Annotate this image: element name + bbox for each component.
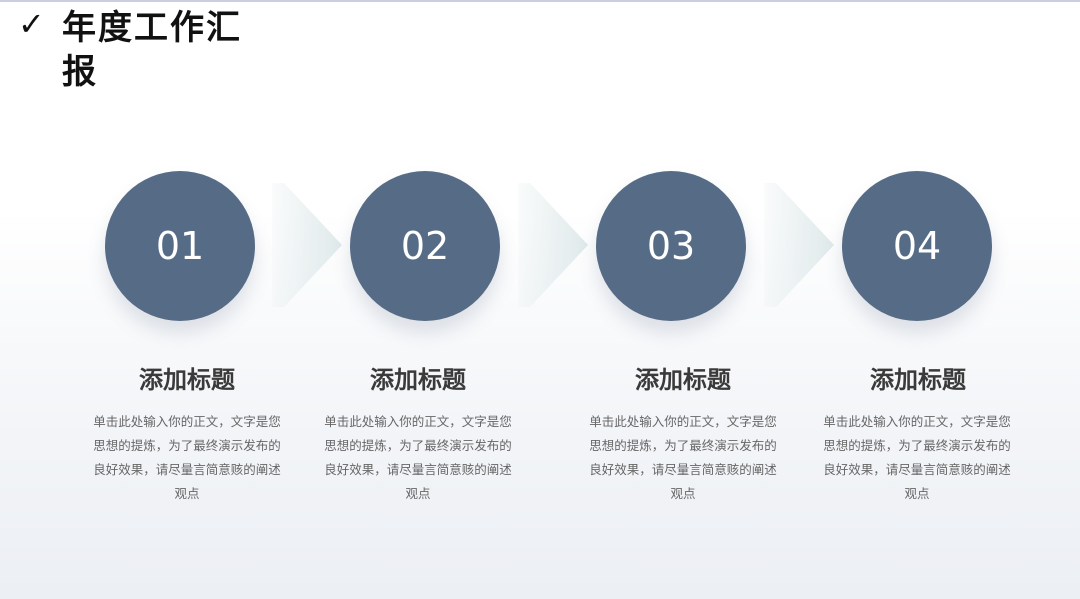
step-card-1: 01 添加标题 单击此处输入你的正文，文字是您思想的提炼，为了最终演示发布的良好… bbox=[60, 0, 300, 599]
step-description: 单击此处输入你的正文，文字是您思想的提炼，为了最终演示发布的良好效果，请尽量言简… bbox=[823, 414, 1011, 501]
step-title: 添加标题 bbox=[139, 366, 235, 394]
step-number: 03 bbox=[646, 224, 696, 268]
step-number: 04 bbox=[892, 224, 942, 268]
step-card-4: 04 添加标题 单击此处输入你的正文，文字是您思想的提炼，为了最终演示发布的良好… bbox=[798, 0, 1038, 599]
step-number-circle: 02 bbox=[350, 171, 500, 321]
step-title: 添加标题 bbox=[370, 366, 466, 394]
step-number: 01 bbox=[155, 224, 205, 268]
step-number-circle: 03 bbox=[596, 171, 746, 321]
step-description: 单击此处输入你的正文，文字是您思想的提炼，为了最终演示发布的良好效果，请尽量言简… bbox=[589, 414, 777, 501]
step-title: 添加标题 bbox=[870, 366, 966, 394]
step-description: 单击此处输入你的正文，文字是您思想的提炼，为了最终演示发布的良好效果，请尽量言简… bbox=[324, 414, 512, 501]
step-card-2: 02 添加标题 单击此处输入你的正文，文字是您思想的提炼，为了最终演示发布的良好… bbox=[306, 0, 546, 599]
step-number: 02 bbox=[400, 224, 450, 268]
step-number-circle: 01 bbox=[105, 171, 255, 321]
step-card-3: 03 添加标题 单击此处输入你的正文，文字是您思想的提炼，为了最终演示发布的良好… bbox=[552, 0, 792, 599]
step-number-circle: 04 bbox=[842, 171, 992, 321]
step-title: 添加标题 bbox=[635, 366, 731, 394]
process-steps: 01 添加标题 单击此处输入你的正文，文字是您思想的提炼，为了最终演示发布的良好… bbox=[0, 0, 1080, 599]
step-description: 单击此处输入你的正文，文字是您思想的提炼，为了最终演示发布的良好效果，请尽量言简… bbox=[93, 414, 281, 501]
